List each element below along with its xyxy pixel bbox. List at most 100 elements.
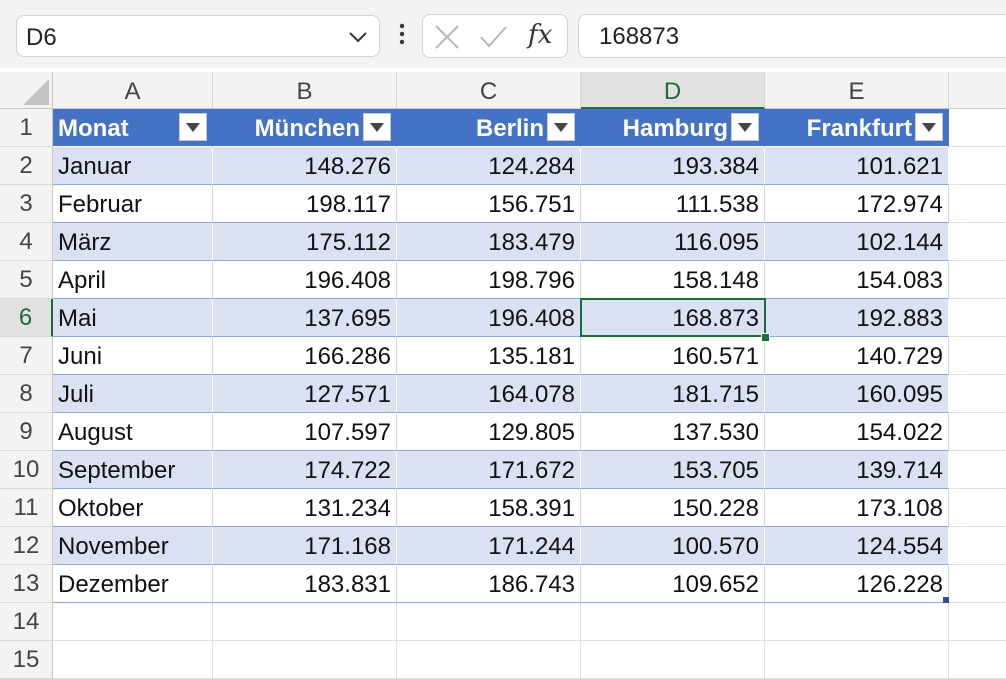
table-header-monat[interactable]: Monat [53, 109, 213, 147]
value-cell[interactable]: 102.144 [765, 223, 949, 261]
active-cell-selection[interactable] [580, 298, 766, 337]
value-cell[interactable]: 148.276 [213, 147, 397, 185]
value-cell[interactable]: 129.805 [397, 413, 581, 451]
value-cell[interactable]: 173.108 [765, 489, 949, 527]
table-header-city[interactable]: München [213, 109, 397, 147]
empty-cell[interactable] [949, 337, 1006, 375]
name-box[interactable]: D6 [16, 15, 380, 57]
value-cell[interactable]: 127.571 [213, 375, 397, 413]
value-cell[interactable]: 158.148 [581, 261, 765, 299]
empty-cell[interactable] [949, 147, 1006, 185]
empty-cell[interactable] [949, 109, 1006, 147]
value-cell[interactable]: 193.384 [581, 147, 765, 185]
value-cell[interactable]: 156.751 [397, 185, 581, 223]
filter-dropdown-icon[interactable] [731, 113, 759, 141]
insert-function-icon[interactable]: fx [528, 20, 552, 50]
empty-cell[interactable] [765, 603, 949, 641]
empty-cell[interactable] [949, 451, 1006, 489]
month-cell[interactable]: August [53, 413, 213, 451]
month-cell[interactable]: September [53, 451, 213, 489]
row-header-15[interactable]: 15 [0, 641, 53, 679]
empty-cell[interactable] [949, 489, 1006, 527]
column-header-d[interactable]: D [581, 72, 765, 109]
value-cell[interactable]: 124.554 [765, 527, 949, 565]
empty-cell[interactable] [949, 375, 1006, 413]
value-cell[interactable]: 140.729 [765, 337, 949, 375]
formula-value[interactable]: 168873 [599, 23, 679, 51]
row-header-10[interactable]: 10 [0, 451, 53, 489]
row-header-2[interactable]: 2 [0, 147, 53, 185]
empty-cell[interactable] [397, 641, 581, 679]
row-header-13[interactable]: 13 [0, 565, 53, 603]
value-cell[interactable]: 154.022 [765, 413, 949, 451]
value-cell[interactable]: 101.621 [765, 147, 949, 185]
empty-cell[interactable] [581, 603, 765, 641]
empty-cell[interactable] [949, 413, 1006, 451]
value-cell[interactable]: 160.095 [765, 375, 949, 413]
row-header-11[interactable]: 11 [0, 489, 53, 527]
value-cell[interactable]: 137.695 [213, 299, 397, 337]
value-cell[interactable]: 174.722 [213, 451, 397, 489]
value-cell[interactable]: 126.228 [765, 565, 949, 603]
formula-input[interactable]: 168873 [578, 14, 1006, 58]
value-cell[interactable]: 196.408 [397, 299, 581, 337]
value-cell[interactable]: 153.705 [581, 451, 765, 489]
month-cell[interactable]: April [53, 261, 213, 299]
empty-cell[interactable] [949, 299, 1006, 337]
month-cell[interactable]: Juli [53, 375, 213, 413]
month-cell[interactable]: März [53, 223, 213, 261]
value-cell[interactable]: 154.083 [765, 261, 949, 299]
value-cell[interactable]: 198.796 [397, 261, 581, 299]
row-header-14[interactable]: 14 [0, 603, 53, 641]
empty-cell[interactable] [765, 641, 949, 679]
value-cell[interactable]: 181.715 [581, 375, 765, 413]
value-cell[interactable]: 116.095 [581, 223, 765, 261]
empty-cell[interactable] [949, 223, 1006, 261]
value-cell[interactable]: 137.530 [581, 413, 765, 451]
month-cell[interactable]: Oktober [53, 489, 213, 527]
month-cell[interactable]: Januar [53, 147, 213, 185]
name-box-value[interactable]: D6 [26, 24, 57, 52]
value-cell[interactable]: 135.181 [397, 337, 581, 375]
empty-cell[interactable] [581, 641, 765, 679]
value-cell[interactable]: 160.571 [581, 337, 765, 375]
chevron-down-icon[interactable] [347, 26, 369, 48]
cancel-x-icon[interactable] [433, 23, 461, 51]
column-header-b[interactable]: B [213, 72, 397, 109]
value-cell[interactable]: 196.408 [213, 261, 397, 299]
enter-check-icon[interactable] [479, 23, 507, 51]
empty-cell[interactable] [949, 527, 1006, 565]
value-cell[interactable]: 131.234 [213, 489, 397, 527]
empty-cell[interactable] [53, 641, 213, 679]
row-header-8[interactable]: 8 [0, 375, 53, 413]
value-cell[interactable]: 175.112 [213, 223, 397, 261]
empty-cell[interactable] [949, 261, 1006, 299]
value-cell[interactable]: 183.831 [213, 565, 397, 603]
row-header-12[interactable]: 12 [0, 527, 53, 565]
value-cell[interactable]: 171.168 [213, 527, 397, 565]
value-cell[interactable]: 150.228 [581, 489, 765, 527]
value-cell[interactable]: 111.538 [581, 185, 765, 223]
table-header-city[interactable]: Frankfurt [765, 109, 949, 147]
filter-dropdown-icon[interactable] [915, 113, 943, 141]
month-cell[interactable]: Mai [53, 299, 213, 337]
value-cell[interactable]: 107.597 [213, 413, 397, 451]
select-all-corner[interactable] [0, 72, 53, 109]
value-cell[interactable]: 158.391 [397, 489, 581, 527]
value-cell[interactable]: 124.284 [397, 147, 581, 185]
value-cell[interactable]: 183.479 [397, 223, 581, 261]
empty-cell[interactable] [949, 641, 1006, 679]
table-header-city[interactable]: Hamburg [581, 109, 765, 147]
more-vertical-icon[interactable] [394, 22, 410, 48]
value-cell[interactable]: 171.244 [397, 527, 581, 565]
month-cell[interactable]: November [53, 527, 213, 565]
table-header-city[interactable]: Berlin [397, 109, 581, 147]
empty-cell[interactable] [949, 565, 1006, 603]
value-cell[interactable]: 192.883 [765, 299, 949, 337]
empty-cell[interactable] [53, 603, 213, 641]
column-header-a[interactable]: A [53, 72, 213, 109]
value-cell[interactable]: 164.078 [397, 375, 581, 413]
row-header-1[interactable]: 1 [0, 109, 53, 147]
row-header-4[interactable]: 4 [0, 223, 53, 261]
empty-cell[interactable] [397, 603, 581, 641]
